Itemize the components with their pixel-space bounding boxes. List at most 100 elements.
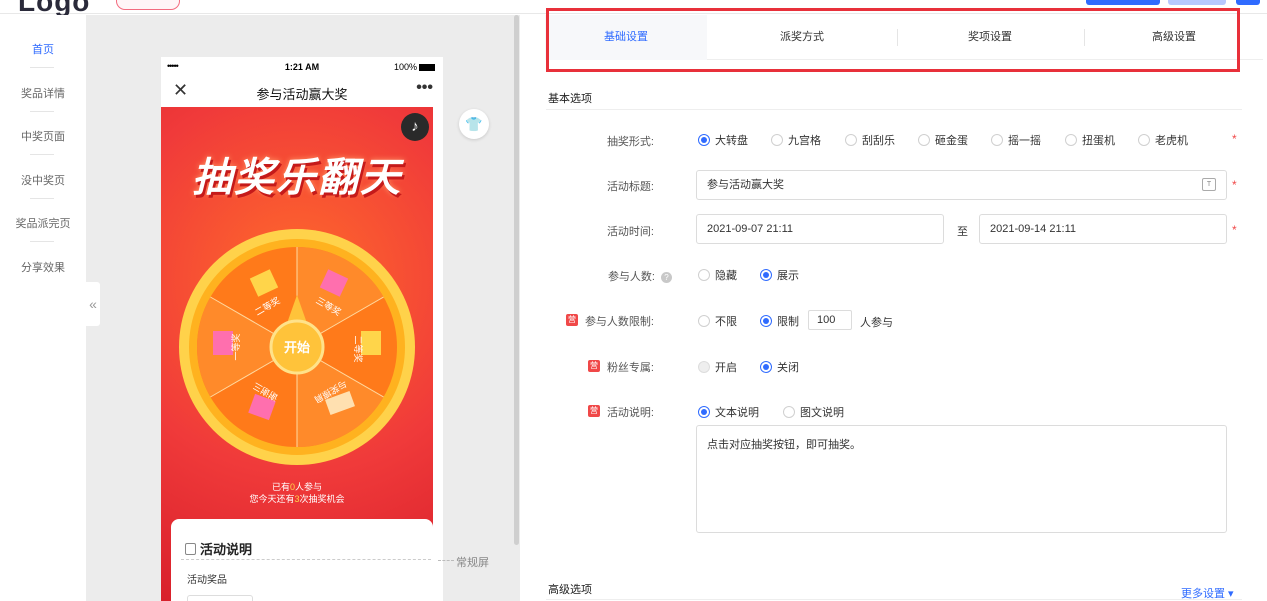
lottery-type-egg[interactable]: 砸金蛋 bbox=[918, 132, 968, 148]
chances-suffix: 次抽奖机会 bbox=[299, 494, 345, 504]
participant-limit-none[interactable]: 不限 bbox=[698, 313, 737, 329]
radio-label: 限制 bbox=[777, 316, 799, 328]
fans-only-off[interactable]: 关闭 bbox=[760, 359, 799, 375]
description-type-text[interactable]: 文本说明 bbox=[698, 404, 759, 420]
help-icon[interactable]: ? bbox=[661, 272, 672, 283]
description-heading-text: 活动说明 bbox=[200, 542, 253, 557]
participant-count-hide[interactable]: 隐藏 bbox=[698, 267, 737, 283]
radio-dot[interactable] bbox=[760, 361, 772, 373]
radio-label: 扭蛋机 bbox=[1082, 135, 1115, 147]
lottery-type-wheel[interactable]: 大转盘 bbox=[698, 132, 748, 148]
radio-label: 关闭 bbox=[777, 362, 799, 374]
activity-title-input[interactable]: 参与活动赢大奖 T bbox=[696, 170, 1227, 200]
highlight-box bbox=[546, 8, 1240, 72]
radio-label: 展示 bbox=[777, 270, 799, 282]
wheel-prize-label: 一等奖 bbox=[230, 333, 241, 360]
radio-dot[interactable] bbox=[845, 134, 857, 146]
participant-count-show[interactable]: 展示 bbox=[760, 267, 799, 283]
participants-prefix: 已有 bbox=[271, 482, 290, 492]
pro-badge-icon: 营 bbox=[566, 314, 578, 326]
preview-button[interactable] bbox=[1168, 0, 1226, 5]
radio-dot[interactable] bbox=[1138, 134, 1150, 146]
phone-nav-bar: ✕ 参与活动赢大奖 ••• bbox=[161, 77, 443, 107]
phone-status-bar: ••••• 1:21 AM 100% bbox=[161, 57, 443, 77]
radio-dot[interactable] bbox=[783, 406, 795, 418]
radio-dot[interactable] bbox=[760, 315, 772, 327]
radio-label: 摇一摇 bbox=[1008, 135, 1041, 147]
nav-divider bbox=[30, 67, 54, 68]
version-badge bbox=[116, 0, 180, 10]
activity-description-label: 活动说明: bbox=[606, 407, 654, 419]
phone-preview: ••••• 1:21 AM 100% ✕ 参与活动赢大奖 ••• ♪ 抽奖乐翻天 bbox=[161, 57, 443, 601]
radio-dot[interactable] bbox=[698, 315, 710, 327]
description-textarea[interactable]: 点击对应抽奖按钮，即可抽奖。 bbox=[696, 425, 1227, 533]
radio-dot[interactable] bbox=[1065, 134, 1077, 146]
participant-limit-suffix: 人参与 bbox=[860, 317, 893, 329]
battery-percent: 100% bbox=[393, 62, 417, 72]
left-nav: 首页 奖品详情 中奖页面 没中奖页 奖品派完页 分享效果 bbox=[0, 15, 86, 601]
radio-dot[interactable] bbox=[698, 361, 710, 373]
radio-label: 图文说明 bbox=[800, 407, 844, 419]
radio-dot[interactable] bbox=[698, 269, 710, 281]
preview-scrollbar[interactable] bbox=[514, 15, 519, 545]
divider bbox=[181, 559, 431, 560]
radio-label: 老虎机 bbox=[1155, 135, 1188, 147]
lottery-type-capsule[interactable]: 扭蛋机 bbox=[1065, 132, 1115, 148]
nav-item-win-page[interactable]: 中奖页面 bbox=[0, 128, 86, 144]
radio-label: 砸金蛋 bbox=[935, 135, 968, 147]
pro-badge-icon: 营 bbox=[588, 360, 600, 372]
battery-status: 100% bbox=[394, 62, 435, 72]
lottery-type-scratch[interactable]: 刮刮乐 bbox=[845, 132, 895, 148]
nav-item-share[interactable]: 分享效果 bbox=[0, 259, 86, 275]
participant-limit-label: 参与人数限制: bbox=[584, 316, 654, 328]
menu-button[interactable] bbox=[1236, 0, 1260, 5]
text-style-icon[interactable]: T bbox=[1202, 178, 1216, 191]
required-mark: * bbox=[1232, 178, 1237, 192]
fans-only-on[interactable]: 开启 bbox=[698, 359, 737, 375]
end-time-input[interactable]: 2021-09-14 21:11 bbox=[979, 214, 1227, 244]
chances-prefix: 您今天还有 bbox=[249, 494, 295, 504]
nav-item-home[interactable]: 首页 bbox=[0, 41, 86, 57]
battery-icon bbox=[419, 64, 435, 72]
activity-title-value: 参与活动赢大奖 bbox=[707, 179, 784, 191]
description-type-rich[interactable]: 图文说明 bbox=[783, 404, 844, 420]
nav-item-sold-out-page[interactable]: 奖品派完页 bbox=[0, 215, 86, 231]
lottery-type-label: 抽奖形式: bbox=[606, 136, 654, 148]
lottery-type-shake[interactable]: 摇一摇 bbox=[991, 132, 1041, 148]
required-mark: * bbox=[1232, 223, 1237, 237]
collapse-nav-icon[interactable]: « bbox=[86, 282, 100, 326]
radio-dot[interactable] bbox=[918, 134, 930, 146]
pro-badge-icon: 营 bbox=[588, 405, 600, 417]
participant-limit-input[interactable]: 100 bbox=[808, 310, 852, 330]
radio-dot[interactable] bbox=[698, 134, 710, 146]
start-time-input[interactable]: 2021-09-07 21:11 bbox=[696, 214, 944, 244]
document-icon bbox=[185, 543, 196, 555]
publish-button[interactable] bbox=[1086, 0, 1160, 5]
start-button-label[interactable]: 开始 bbox=[284, 340, 310, 355]
nav-divider bbox=[30, 198, 54, 199]
prize-wheel[interactable]: 二等奖 三等奖 二等奖 与奖擦肩 谢谢三 一等奖 开始 bbox=[177, 227, 417, 467]
radio-dot[interactable] bbox=[698, 406, 710, 418]
required-mark: * bbox=[1232, 132, 1237, 146]
radio-label: 文本说明 bbox=[715, 407, 759, 419]
radio-dot[interactable] bbox=[991, 134, 1003, 146]
activity-description-card[interactable]: 活动说明 活动奖品 bbox=[171, 519, 433, 601]
nav-item-prize-detail[interactable]: 奖品详情 bbox=[0, 85, 86, 101]
radio-label: 隐藏 bbox=[715, 270, 737, 282]
participant-limit-on[interactable]: 限制 bbox=[760, 313, 799, 329]
music-note-icon[interactable]: ♪ bbox=[401, 113, 429, 141]
phone-page-title: 参与活动赢大奖 bbox=[256, 87, 348, 102]
poster-title: 抽奖乐翻天 bbox=[192, 156, 402, 200]
nav-item-lose-page[interactable]: 没中奖页 bbox=[0, 172, 86, 188]
more-icon[interactable]: ••• bbox=[416, 79, 433, 97]
section-divider bbox=[546, 599, 1242, 600]
screen-mode-divider bbox=[438, 560, 454, 561]
radio-dot[interactable] bbox=[760, 269, 772, 281]
radio-dot[interactable] bbox=[771, 134, 783, 146]
description-subheading: 活动奖品 bbox=[187, 575, 227, 586]
lottery-type-slot[interactable]: 老虎机 bbox=[1138, 132, 1188, 148]
lottery-type-grid[interactable]: 九宫格 bbox=[771, 132, 821, 148]
theme-shirt-icon[interactable]: 👕 bbox=[459, 109, 489, 139]
screen-mode-label[interactable]: 常规屏 bbox=[456, 554, 489, 570]
advanced-options-heading: 高级选项 bbox=[548, 584, 592, 596]
